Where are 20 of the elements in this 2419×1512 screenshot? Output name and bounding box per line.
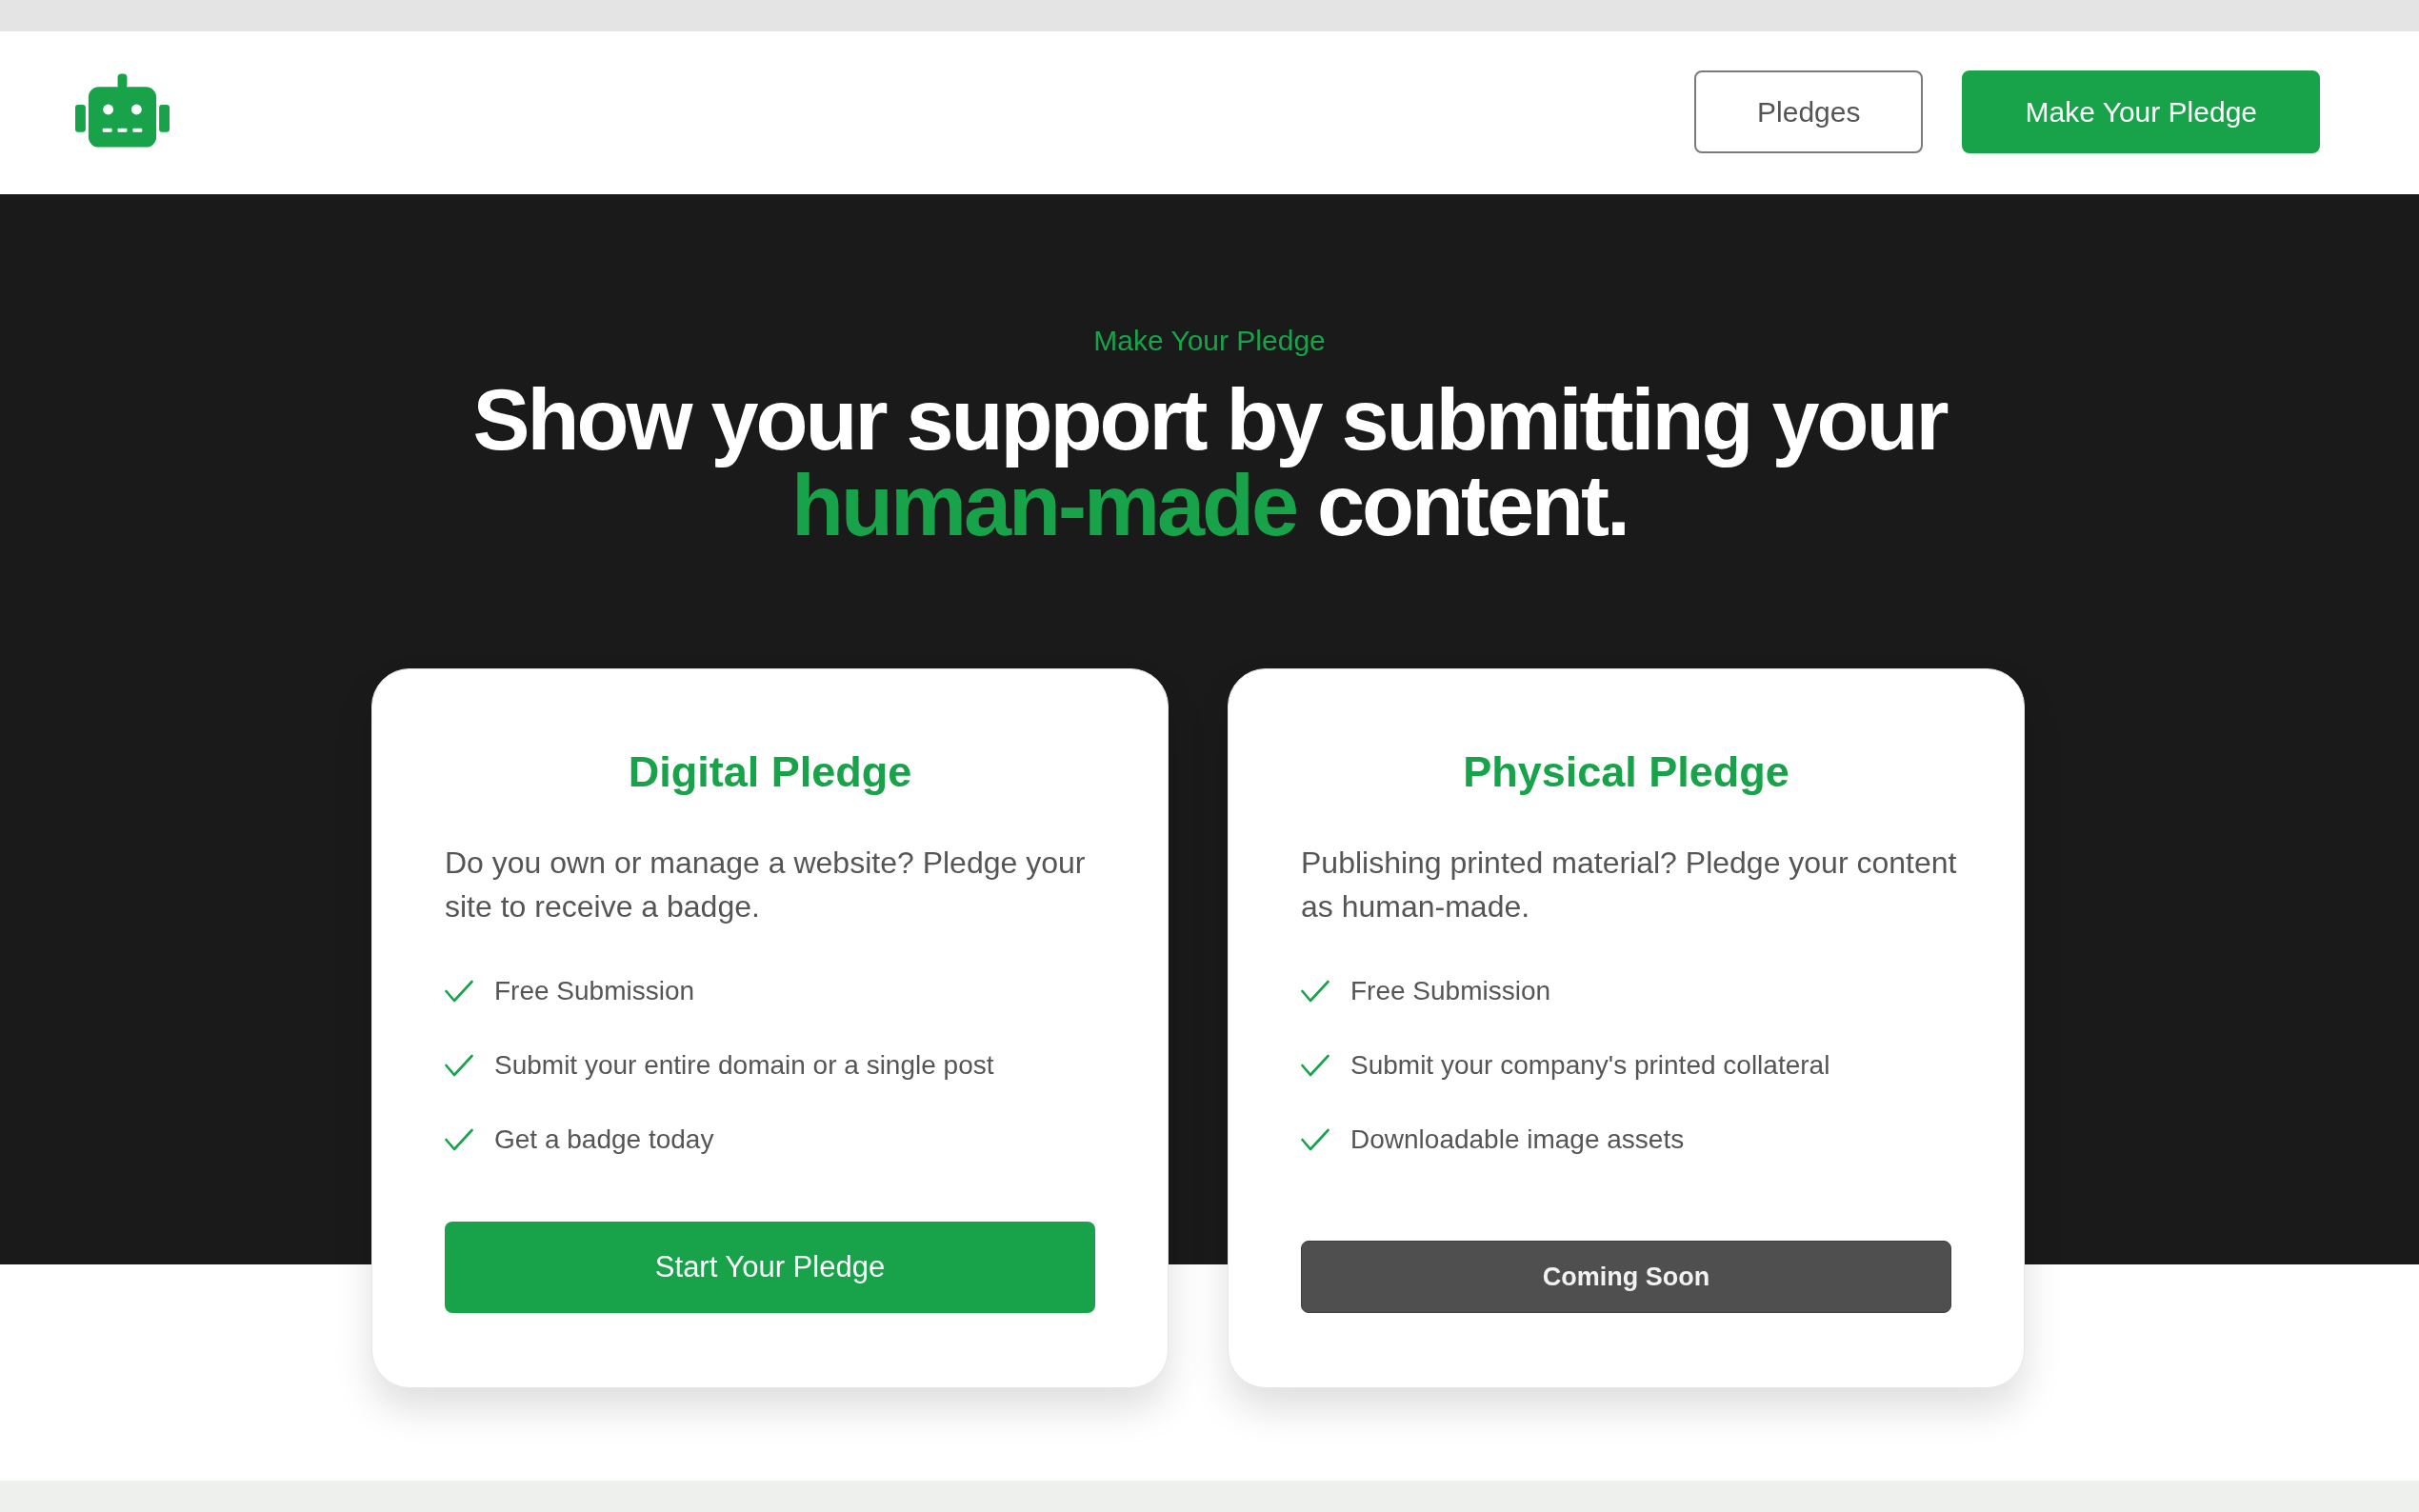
feature-text: Submit your entire domain or a single post	[494, 1049, 994, 1082]
feature-text: Downloadable image assets	[1350, 1124, 1685, 1156]
check-icon	[1301, 980, 1329, 1003]
check-icon	[1301, 1128, 1329, 1151]
card-description: Do you own or manage a website? Pledge your site to receive a badge.	[445, 845, 1087, 925]
feature-text: Free Submission	[1350, 975, 1551, 1007]
card-description: Publishing printed material? Pledge your content as human-made.	[1301, 845, 1958, 925]
card-title: Physical Pledge	[1462, 746, 1790, 798]
pledges-button[interactable]: Pledges	[1694, 70, 1924, 153]
check-icon	[445, 1054, 473, 1077]
check-icon	[445, 980, 473, 1003]
feature-text: Submit your company's printed collateral	[1350, 1049, 1830, 1082]
card-title: Digital Pledge	[627, 746, 913, 798]
check-icon	[445, 1128, 473, 1151]
hero-headline: Show your support by submitting your human-made content.	[471, 377, 1948, 548]
eyebrow-label: Make Your Pledge	[1093, 324, 1326, 358]
feature-text: Free Submission	[494, 975, 695, 1007]
check-icon	[1301, 1054, 1329, 1077]
feature-text: Get a badge today	[494, 1124, 714, 1156]
robot-logo-icon[interactable]	[75, 72, 170, 148]
